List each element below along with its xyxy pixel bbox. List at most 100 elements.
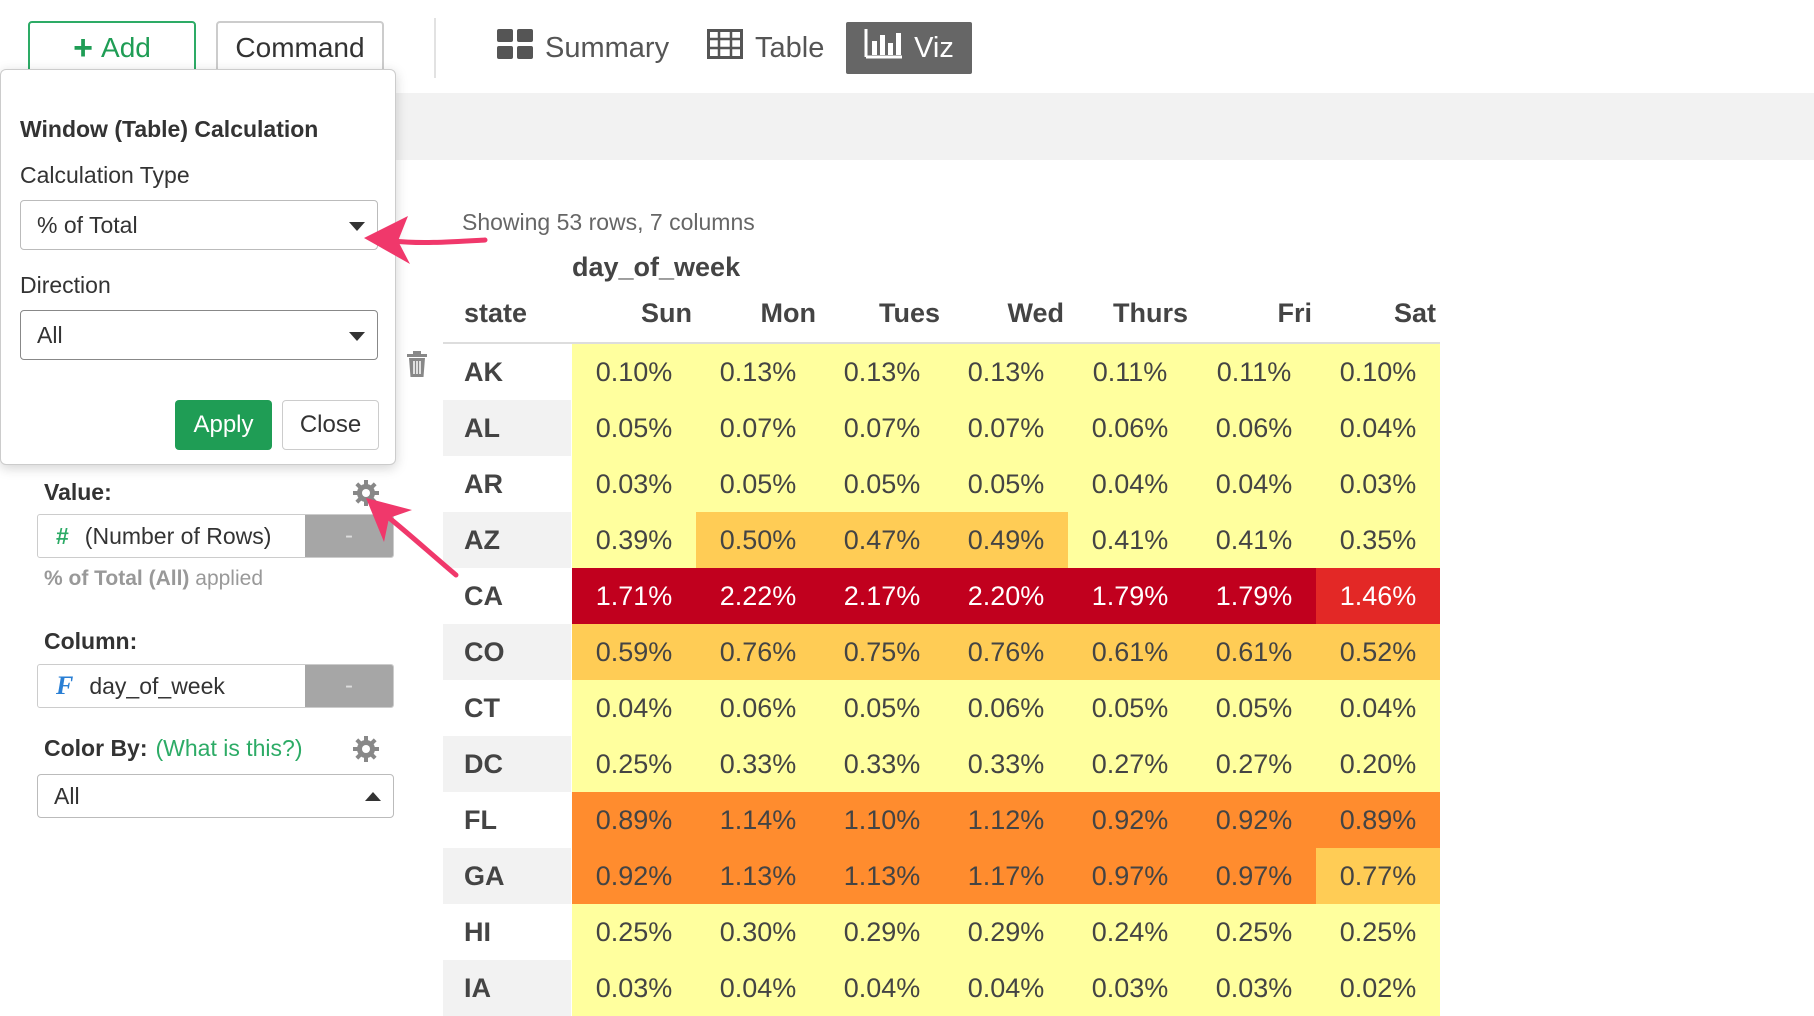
column-header-wed[interactable]: Wed <box>940 298 1064 329</box>
column-remove-button[interactable]: - <box>305 665 393 707</box>
state-cell: AR <box>464 468 503 499</box>
tab-summary[interactable]: Summary <box>497 22 669 74</box>
value-cell: 0.89% <box>1316 792 1440 848</box>
table-row: CO 0.59% 0.76% 0.75% 0.76% 0.61% 0.61% 0.52% <box>443 624 1440 680</box>
table-row: CA 1.71% 2.22% 2.17% 2.20% 1.79% 1.79% 1.46% <box>443 568 1440 624</box>
colorby-gear-icon[interactable] <box>352 735 380 768</box>
state-cell: AK <box>464 356 503 387</box>
value-cell: 0.13% <box>696 344 820 400</box>
state-cell: HI <box>464 916 491 947</box>
value-cell: 0.04% <box>572 680 696 736</box>
value-cell: 1.12% <box>944 792 1068 848</box>
value-cell: 0.02% <box>1316 960 1440 1016</box>
value-cell: 0.13% <box>820 344 944 400</box>
value-remove-button[interactable]: - <box>305 515 393 557</box>
value-cell: 0.89% <box>572 792 696 848</box>
toolbar-divider <box>434 18 436 78</box>
value-cell: 0.39% <box>572 512 696 568</box>
colorby-label: Color By: <box>44 735 148 761</box>
value-cell: 0.41% <box>1068 512 1192 568</box>
table-row: DC 0.25% 0.33% 0.33% 0.33% 0.27% 0.27% 0.20% <box>443 736 1440 792</box>
value-cell: 0.05% <box>1068 680 1192 736</box>
what-is-this-link[interactable]: (What is this?) <box>156 735 303 761</box>
column-header-mon[interactable]: Mon <box>692 298 816 329</box>
command-button[interactable]: Command <box>216 21 384 75</box>
calc-type-label: Calculation Type <box>20 162 190 188</box>
value-cell: 0.04% <box>1192 456 1316 512</box>
column-header-sat[interactable]: Sat <box>1312 298 1436 329</box>
state-cell: CO <box>443 624 571 680</box>
direction-value: All <box>37 321 63 348</box>
column-header-thurs[interactable]: Thurs <box>1064 298 1188 329</box>
value-cell: 0.25% <box>1316 904 1440 960</box>
window-calculation-popover: Window (Table) Calculation Calculation T… <box>0 69 396 465</box>
trash-icon[interactable] <box>405 351 429 382</box>
value-field-pill[interactable]: # (Number of Rows) - <box>37 514 394 558</box>
value-cell: 1.79% <box>1192 568 1316 624</box>
value-cell: 0.20% <box>1316 736 1440 792</box>
colorby-label-row: Color By: (What is this?) <box>44 735 302 762</box>
value-cell: 0.05% <box>696 456 820 512</box>
value-cell: 0.61% <box>1068 624 1192 680</box>
table-icon <box>707 29 743 67</box>
calc-type-select[interactable]: % of Total <box>20 200 378 250</box>
column-header-tues[interactable]: Tues <box>816 298 940 329</box>
value-cell: 0.61% <box>1192 624 1316 680</box>
column-header-sun[interactable]: Sun <box>568 298 692 329</box>
tab-viz[interactable]: Viz <box>846 22 972 74</box>
row-count-status: Showing 53 rows, 7 columns <box>462 209 755 235</box>
applied-text: applied <box>195 567 263 590</box>
value-cell: 0.05% <box>572 400 696 456</box>
chevron-down-icon <box>349 332 365 341</box>
value-gear-icon[interactable] <box>352 479 380 512</box>
value-cell: 1.17% <box>944 848 1068 904</box>
value-cell: 0.06% <box>1068 400 1192 456</box>
tab-table[interactable]: Table <box>707 22 824 74</box>
value-cell: 0.92% <box>1068 792 1192 848</box>
value-cell: 0.07% <box>944 400 1068 456</box>
value-cell: 0.24% <box>1068 904 1192 960</box>
table-row: AR 0.03% 0.05% 0.05% 0.05% 0.04% 0.04% 0.03% <box>443 456 1440 512</box>
value-cell: 0.11% <box>1192 344 1316 400</box>
direction-label: Direction <box>20 272 111 298</box>
colorby-select[interactable]: All <box>37 774 394 818</box>
value-cell: 0.04% <box>944 960 1068 1016</box>
value-cell: 0.13% <box>944 344 1068 400</box>
table-row: HI 0.25% 0.30% 0.29% 0.29% 0.24% 0.25% 0.25% <box>443 904 1440 960</box>
column-field-pill[interactable]: F day_of_week - <box>37 664 394 708</box>
apply-button[interactable]: Apply <box>175 400 272 450</box>
column-field-name: day_of_week <box>89 672 225 699</box>
value-cell: 0.27% <box>1068 736 1192 792</box>
value-cell: 1.71% <box>572 568 696 624</box>
value-cell: 0.33% <box>820 736 944 792</box>
value-cell: 0.03% <box>1068 960 1192 1016</box>
column-label: Column: <box>44 628 138 654</box>
column-header-fri[interactable]: Fri <box>1188 298 1312 329</box>
popover-title: Window (Table) Calculation <box>20 116 319 142</box>
add-button[interactable]: + Add <box>28 21 196 75</box>
value-cell: 1.79% <box>1068 568 1192 624</box>
bar-chart-icon <box>864 29 903 67</box>
plus-icon: + <box>73 29 94 67</box>
value-cell: 1.10% <box>820 792 944 848</box>
value-cell: 0.76% <box>696 624 820 680</box>
value-cell: 0.92% <box>1192 792 1316 848</box>
table-row: AK 0.10% 0.13% 0.13% 0.13% 0.11% 0.11% 0.10% <box>443 344 1440 400</box>
value-cell: 2.17% <box>820 568 944 624</box>
table-row: FL 0.89% 1.14% 1.10% 1.12% 0.92% 0.92% 0.89% <box>443 792 1440 848</box>
direction-select[interactable]: All <box>20 310 378 360</box>
value-cell: 0.04% <box>696 960 820 1016</box>
command-button-label: Command <box>235 32 365 63</box>
value-cell: 0.33% <box>696 736 820 792</box>
value-field-name: (Number of Rows) <box>84 522 272 549</box>
colorby-select-value: All <box>54 782 80 809</box>
value-cell: 0.97% <box>1068 848 1192 904</box>
close-button[interactable]: Close <box>282 400 379 450</box>
tab-table-label: Table <box>755 31 825 64</box>
table-row: GA 0.92% 1.13% 1.13% 1.17% 0.97% 0.97% 0.77% <box>443 848 1440 904</box>
state-cell: GA <box>443 848 571 904</box>
tab-viz-label: Viz <box>914 31 954 64</box>
value-label: Value: <box>44 479 112 505</box>
state-cell: AZ <box>443 512 571 568</box>
chevron-down-icon <box>349 222 365 231</box>
